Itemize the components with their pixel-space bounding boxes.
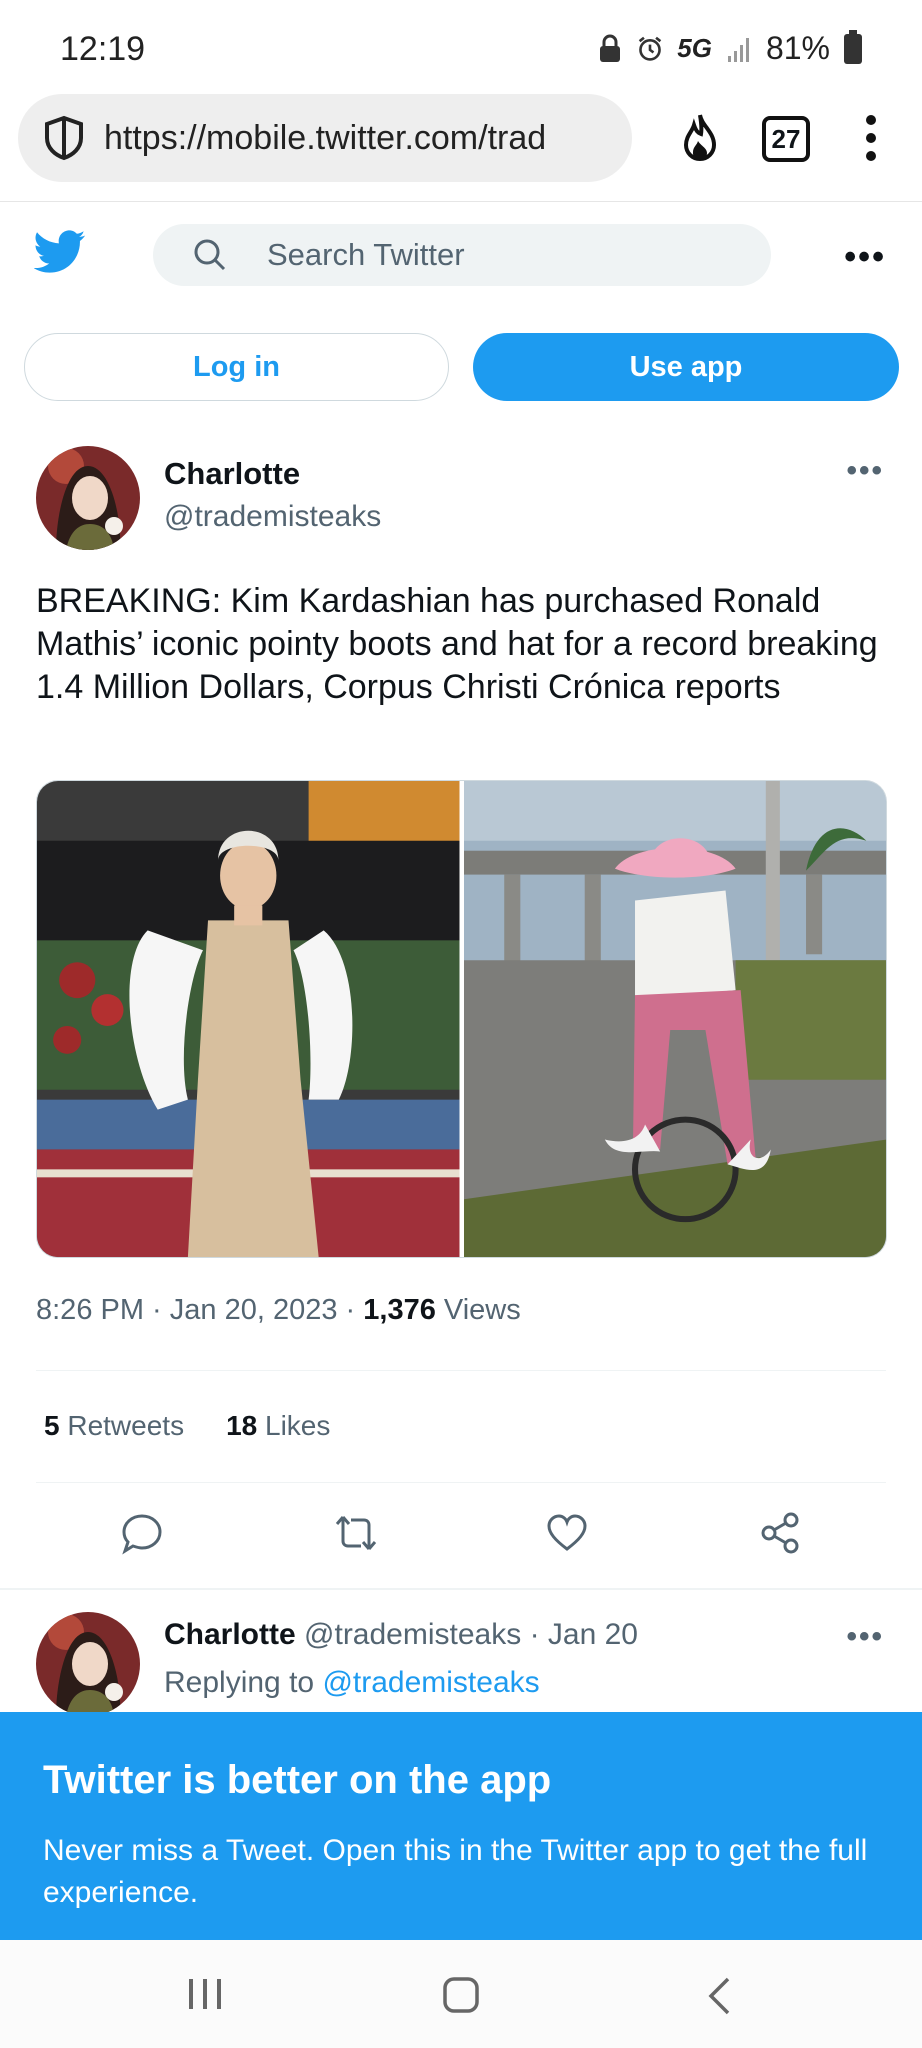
address-bar[interactable]: https://mobile.twitter.com/trad bbox=[18, 94, 632, 182]
auth-buttons: Log in Use app bbox=[0, 333, 922, 401]
tweet-date[interactable]: Jan 20, 2023 bbox=[170, 1294, 338, 1326]
twitter-bird-icon[interactable] bbox=[34, 230, 86, 274]
home-icon[interactable] bbox=[442, 1976, 480, 2014]
divider bbox=[36, 1482, 886, 1483]
use-app-button[interactable]: Use app bbox=[473, 333, 899, 401]
login-button[interactable]: Log in bbox=[24, 333, 449, 401]
reply-meta: Charlotte @trademisteaks · Jan 20 bbox=[164, 1618, 638, 1652]
author-handle[interactable]: @trademisteaks bbox=[164, 500, 381, 534]
reply-author-handle[interactable]: @trademisteaks bbox=[304, 1618, 521, 1651]
likes-count: 18 bbox=[226, 1410, 258, 1441]
header-more-button[interactable]: ••• bbox=[844, 238, 886, 277]
tweet-meta: 8:26 PM · Jan 20, 2023 · 1,376 Views bbox=[36, 1294, 521, 1326]
like-icon[interactable] bbox=[545, 1511, 589, 1555]
lock-icon bbox=[600, 34, 621, 62]
retweet-icon[interactable] bbox=[333, 1511, 379, 1555]
reply-author-name[interactable]: Charlotte bbox=[164, 1618, 296, 1651]
reply-date[interactable]: · Jan 20 bbox=[530, 1618, 638, 1651]
replying-prefix: Replying to bbox=[164, 1666, 315, 1699]
tweet-header: Charlotte @trademisteaks ••• bbox=[0, 446, 922, 556]
recent-apps-icon[interactable] bbox=[186, 1976, 224, 2012]
author-name[interactable]: Charlotte bbox=[164, 456, 300, 492]
retweets-stat[interactable]: 5 Retweets bbox=[44, 1410, 184, 1442]
browser-toolbar: https://mobile.twitter.com/trad 27 bbox=[0, 92, 922, 202]
photo-red-carpet[interactable] bbox=[37, 781, 460, 1257]
share-icon[interactable] bbox=[758, 1511, 802, 1555]
likes-stat[interactable]: 18 Likes bbox=[226, 1410, 330, 1442]
avatar[interactable] bbox=[36, 446, 140, 550]
tweet-more-button[interactable]: ••• bbox=[846, 454, 884, 488]
signal-icon bbox=[727, 37, 749, 62]
reply-icon[interactable] bbox=[120, 1511, 164, 1555]
views-label: Views bbox=[443, 1294, 521, 1326]
banner-text: Never miss a Tweet. Open this in the Twi… bbox=[43, 1834, 868, 1909]
reply-more-button[interactable]: ••• bbox=[846, 1620, 884, 1654]
status-bar: 12:19 5G 81% bbox=[0, 0, 922, 92]
tweet-stats: 5 Retweets 18 Likes bbox=[44, 1410, 330, 1442]
views-count: 1,376 bbox=[363, 1294, 436, 1326]
divider bbox=[0, 1588, 922, 1590]
replying-to: Replying to @trademisteaks bbox=[164, 1666, 540, 1700]
back-icon[interactable] bbox=[706, 1976, 732, 2016]
search-icon bbox=[194, 239, 226, 271]
tab-count: 27 bbox=[771, 123, 801, 154]
banner-title: Twitter is better on the app bbox=[43, 1758, 552, 1802]
retweets-count: 5 bbox=[44, 1410, 60, 1441]
retweets-label: Retweets bbox=[67, 1410, 185, 1441]
avatar[interactable] bbox=[36, 1612, 140, 1716]
app-promo-banner[interactable]: Twitter is better on the app Never miss … bbox=[0, 1712, 922, 1940]
status-indicators: 5G 81% bbox=[597, 29, 862, 67]
tweet-text: BREAKING: Kim Kardashian has purchased R… bbox=[36, 582, 878, 706]
tweet-media[interactable] bbox=[36, 780, 887, 1258]
replying-to-link[interactable]: @trademisteaks bbox=[322, 1666, 539, 1699]
twitter-header: Search Twitter ••• bbox=[0, 202, 922, 308]
photo-cowboy-bicycle[interactable] bbox=[463, 781, 887, 1257]
tab-switcher-button[interactable]: 27 bbox=[762, 116, 810, 162]
kebab-menu-icon[interactable] bbox=[862, 112, 880, 164]
flame-icon[interactable] bbox=[676, 112, 724, 164]
search-placeholder: Search Twitter bbox=[267, 237, 465, 272]
tweet-time[interactable]: 8:26 PM bbox=[36, 1294, 144, 1326]
alarm-icon bbox=[639, 36, 662, 61]
reply-tweet[interactable]: Charlotte @trademisteaks · Jan 20 ••• Re… bbox=[0, 1612, 922, 1716]
search-input[interactable]: Search Twitter bbox=[153, 224, 771, 286]
battery-icon bbox=[844, 29, 862, 64]
shield-icon[interactable] bbox=[42, 114, 86, 162]
network-type: 5G bbox=[677, 33, 712, 63]
status-time: 12:19 bbox=[60, 30, 146, 68]
tweet-actions bbox=[0, 1505, 922, 1565]
url-text[interactable]: https://mobile.twitter.com/trad bbox=[104, 119, 594, 158]
likes-label: Likes bbox=[265, 1410, 331, 1441]
system-nav-bar bbox=[0, 1940, 922, 2048]
divider bbox=[36, 1370, 886, 1371]
battery-percent: 81% bbox=[765, 30, 830, 66]
